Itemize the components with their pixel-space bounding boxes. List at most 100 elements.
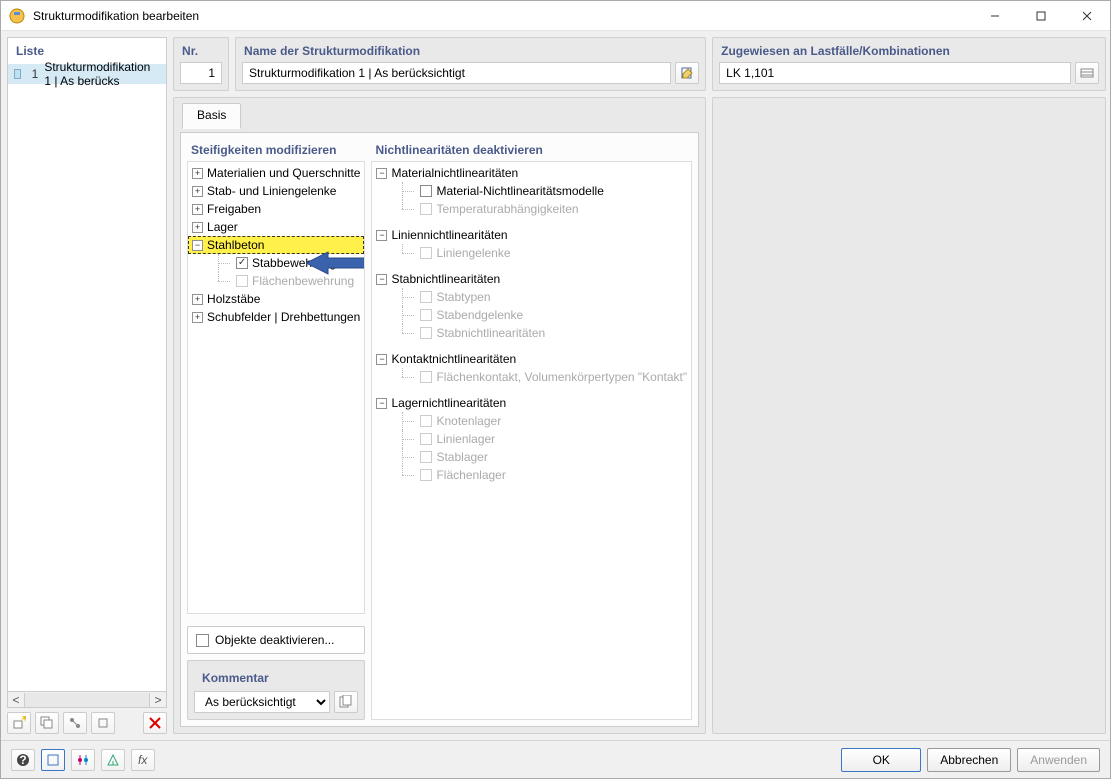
footer-button-3[interactable] (71, 749, 95, 771)
tree-node-knotenlager[interactable]: Knotenlager (372, 412, 691, 430)
comment-box: Kommentar As berücksichtigt (187, 660, 365, 720)
copy-item-button[interactable] (35, 712, 59, 734)
expand-icon[interactable]: + (192, 168, 203, 179)
assigned-side-panel (712, 97, 1106, 734)
checkbox (420, 469, 432, 481)
nonlin-tree[interactable]: −Materialnichtlinearitäten Material-Nich… (371, 161, 692, 720)
collapse-icon[interactable]: − (192, 240, 203, 251)
checkbox (420, 247, 432, 259)
expand-icon[interactable]: + (192, 312, 203, 323)
checkbox (420, 415, 432, 427)
tree-node-schubfelder[interactable]: +Schubfelder | Drehbettungen (188, 308, 364, 326)
comment-library-button[interactable] (334, 691, 358, 713)
tree-node-flaechenbewehrung[interactable]: Flächenbewehrung (188, 272, 364, 290)
assigned-header: Zugewiesen an Lastfälle/Kombinationen (719, 42, 1099, 62)
expand-icon[interactable]: + (192, 294, 203, 305)
tab-basis[interactable]: Basis (182, 103, 241, 129)
tree-node-kontakt[interactable]: −Kontaktnichtlinearitäten (372, 350, 691, 368)
tree-node-stahlbeton[interactable]: −Stahlbeton (188, 236, 364, 254)
tree-node-stabnichtlin[interactable]: −Stabnichtlinearitäten (372, 270, 691, 288)
collapse-icon[interactable]: − (376, 398, 387, 409)
footer-button-4[interactable] (101, 749, 125, 771)
assigned-pick-button[interactable] (1075, 62, 1099, 84)
assigned-input[interactable] (719, 62, 1071, 84)
collapse-icon[interactable]: − (376, 354, 387, 365)
checkbox (420, 203, 432, 215)
tree-node-flaechenlager[interactable]: Flächenlager (372, 466, 691, 484)
checkbox (236, 275, 248, 287)
tree-node-lager[interactable]: +Lager (188, 218, 364, 236)
tree-node-liniennichtlin[interactable]: −Liniennichtlinearitäten (372, 226, 691, 244)
dialog-window: Strukturmodifikation bearbeiten Liste 1 … (0, 0, 1111, 779)
collapse-icon[interactable]: − (376, 168, 387, 179)
close-button[interactable] (1064, 1, 1110, 31)
tree-node-holzstaebe[interactable]: +Holzstäbe (188, 290, 364, 308)
dialog-footer: ? fx OK Abbrechen Anwenden (1, 740, 1110, 778)
tree-node-stabbewehrung[interactable]: Stabbewehrung (188, 254, 364, 272)
list-item-color-icon (14, 69, 21, 79)
number-header: Nr. (180, 42, 222, 62)
cancel-button[interactable]: Abbrechen (927, 748, 1011, 772)
checkbox (420, 309, 432, 321)
checkbox[interactable] (236, 257, 248, 269)
stiffness-header: Steifigkeiten modifizieren (187, 139, 365, 161)
tree-node-stabtypen[interactable]: Stabtypen (372, 288, 691, 306)
tree-node-stabnichtlin-child[interactable]: Stabnichtlinearitäten (372, 324, 691, 342)
name-input[interactable] (242, 62, 671, 84)
checkbox[interactable] (196, 634, 209, 647)
comment-header: Kommentar (194, 665, 358, 691)
rename-button[interactable] (675, 62, 699, 84)
footer-button-2[interactable] (41, 749, 65, 771)
app-icon (9, 8, 25, 24)
list-item[interactable]: 1 Strukturmodifikation 1 | As berücks (8, 64, 166, 84)
scroll-right-icon[interactable]: > (150, 693, 166, 707)
checkbox[interactable] (420, 185, 432, 197)
deactivate-objects-row[interactable]: Objekte deaktivieren... (187, 626, 365, 654)
maximize-button[interactable] (1018, 1, 1064, 31)
tree-node-materialien[interactable]: +Materialien und Querschnitte (188, 164, 364, 182)
tree-node-linienlager[interactable]: Linienlager (372, 430, 691, 448)
list-item-label: Strukturmodifikation 1 | As berücks (44, 60, 160, 88)
help-button[interactable]: ? (11, 749, 35, 771)
list-item-index: 1 (27, 67, 38, 81)
window-title: Strukturmodifikation bearbeiten (33, 9, 972, 23)
tree-node-temp[interactable]: Temperaturabhängigkeiten (372, 200, 691, 218)
ok-button[interactable]: OK (841, 748, 921, 772)
svg-text:?: ? (19, 753, 26, 767)
name-box: Name der Strukturmodifikation (235, 37, 706, 91)
toolbar-button-4[interactable] (91, 712, 115, 734)
checkbox (420, 327, 432, 339)
svg-text:✶: ✶ (20, 716, 26, 725)
tree-node-stabendgelenke[interactable]: Stabendgelenke (372, 306, 691, 324)
titlebar: Strukturmodifikation bearbeiten (1, 1, 1110, 31)
tree-node-materialnichtlin[interactable]: −Materialnichtlinearitäten (372, 164, 691, 182)
number-input[interactable] (180, 62, 222, 84)
list-panel: Liste 1 Strukturmodifikation 1 | As berü… (7, 37, 167, 734)
expand-icon[interactable]: + (192, 186, 203, 197)
comment-combo[interactable]: As berücksichtigt (194, 691, 330, 713)
checkbox (420, 371, 432, 383)
new-item-button[interactable]: ✶ (7, 712, 31, 734)
collapse-icon[interactable]: − (376, 230, 387, 241)
tree-node-kontakt-item[interactable]: Flächenkontakt, Volumenkörpertypen "Kont… (372, 368, 691, 386)
scroll-left-icon[interactable]: < (8, 693, 24, 707)
list-hscrollbar[interactable]: < > (7, 692, 167, 708)
expand-icon[interactable]: + (192, 204, 203, 215)
tree-node-lagernichtlin[interactable]: −Lagernichtlinearitäten (372, 394, 691, 412)
tree-node-mat-model[interactable]: Material-Nichtlinearitätsmodelle (372, 182, 691, 200)
toolbar-button-3[interactable] (63, 712, 87, 734)
tree-node-freigaben[interactable]: +Freigaben (188, 200, 364, 218)
delete-item-button[interactable] (143, 712, 167, 734)
tree-node-stab-linien[interactable]: +Stab- und Liniengelenke (188, 182, 364, 200)
minimize-button[interactable] (972, 1, 1018, 31)
name-header: Name der Strukturmodifikation (242, 42, 699, 62)
svg-text:fx: fx (138, 753, 148, 767)
apply-button[interactable]: Anwenden (1017, 748, 1100, 772)
stiffness-tree[interactable]: +Materialien und Querschnitte +Stab- und… (187, 161, 365, 614)
collapse-icon[interactable]: − (376, 274, 387, 285)
footer-button-5[interactable]: fx (131, 749, 155, 771)
tree-node-stablager[interactable]: Stablager (372, 448, 691, 466)
tree-node-liniengelenke[interactable]: Liniengelenke (372, 244, 691, 262)
assigned-box: Zugewiesen an Lastfälle/Kombinationen (712, 37, 1106, 91)
expand-icon[interactable]: + (192, 222, 203, 233)
